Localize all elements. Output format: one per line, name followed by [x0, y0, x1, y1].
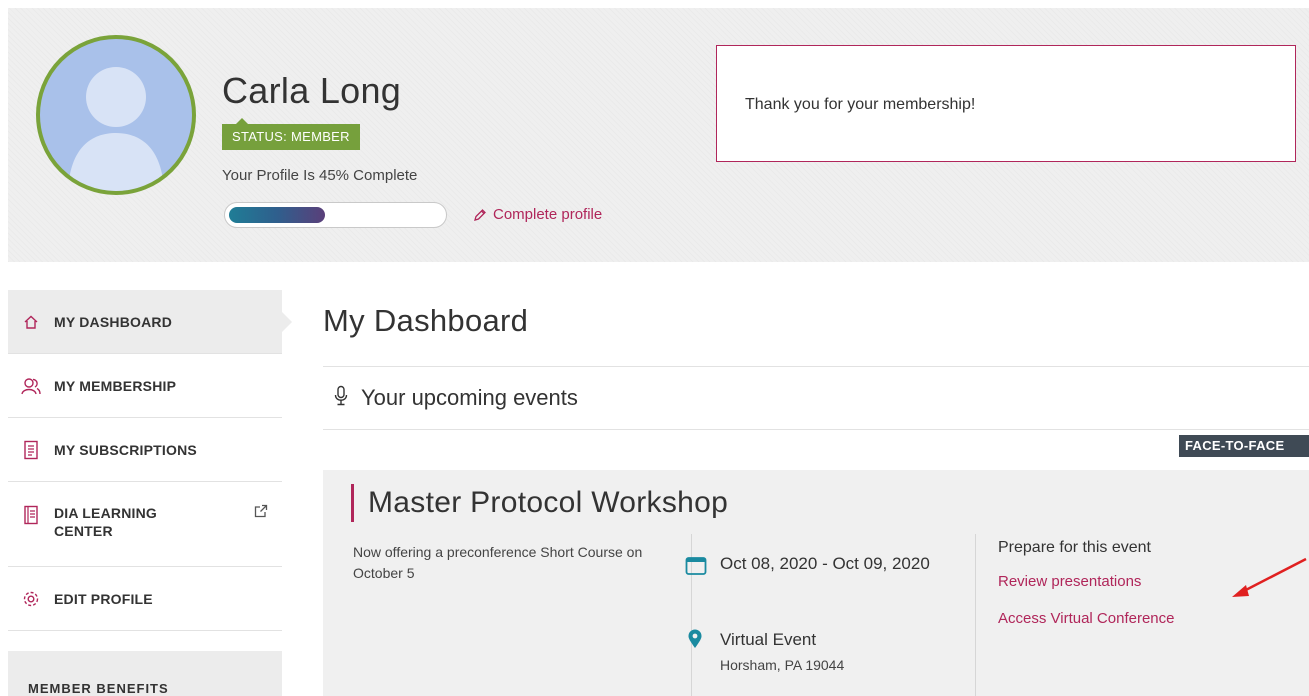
calendar-icon — [685, 556, 707, 581]
membership-notice: Thank you for your membership! — [716, 45, 1296, 162]
location-pin-icon — [687, 629, 703, 654]
profile-completion-text: Your Profile Is 45% Complete — [222, 167, 418, 184]
profile-header: Carla Long STATUS: MEMBER Your Profile I… — [8, 8, 1309, 262]
avatar[interactable] — [36, 35, 196, 195]
pencil-icon — [474, 208, 486, 221]
event-location: Virtual Event — [720, 630, 817, 649]
page-title: My Dashboard — [323, 303, 529, 338]
user-name: Carla Long — [222, 70, 402, 111]
external-link-icon — [254, 504, 268, 521]
sidebar-item-edit-profile[interactable]: EDIT PROFILE — [8, 567, 282, 631]
event-description: Now offering a preconference Short Cours… — [353, 544, 643, 581]
upcoming-events-header: Your upcoming events — [323, 366, 1309, 430]
document-icon — [20, 439, 42, 461]
sidebar-nav: MY DASHBOARD MY MEMBERSHIP MY SUBSCRIPTI… — [8, 290, 292, 696]
event-card: Master Protocol Workshop Now offering a … — [323, 470, 1309, 696]
sidebar-item-label: MY SUBSCRIPTIONS — [54, 441, 197, 458]
column-divider — [975, 534, 976, 696]
sidebar-item-learning-center[interactable]: DIA LEARNING CENTER — [8, 482, 282, 567]
sidebar-item-label: MY MEMBERSHIP — [54, 377, 177, 394]
member-benefits-header: MEMBER BENEFITS — [8, 651, 282, 696]
access-virtual-conference-link[interactable]: Access Virtual Conference — [998, 610, 1174, 627]
sidebar-item-dashboard[interactable]: MY DASHBOARD — [8, 290, 292, 354]
profile-progress-bar — [224, 202, 447, 228]
prepare-title: Prepare for this event — [998, 539, 1151, 556]
home-icon — [20, 311, 42, 333]
microphone-icon — [333, 385, 349, 412]
profile-progress-fill — [229, 207, 325, 223]
event-date: Oct 08, 2020 - Oct 09, 2020 — [720, 554, 930, 573]
user-silhouette-icon — [68, 67, 164, 191]
status-badge: STATUS: MEMBER — [222, 118, 360, 150]
complete-profile-link[interactable]: Complete profile — [473, 206, 602, 223]
users-icon — [20, 375, 42, 397]
gear-icon — [20, 588, 42, 610]
sidebar-item-label: DIA LEARNING CENTER — [54, 505, 157, 539]
complete-profile-label: Complete profile — [493, 206, 603, 223]
review-presentations-link[interactable]: Review presentations — [998, 573, 1141, 590]
sidebar-item-label: EDIT PROFILE — [54, 590, 153, 607]
sidebar-item-label: MY DASHBOARD — [54, 313, 173, 330]
event-type-badge: FACE-TO-FACE — [1179, 435, 1309, 457]
event-accent-bar — [351, 484, 354, 522]
upcoming-events-title: Your upcoming events — [361, 385, 578, 410]
event-title[interactable]: Master Protocol Workshop — [368, 486, 728, 520]
event-address: Horsham, PA 19044 — [720, 657, 845, 673]
sidebar-item-membership[interactable]: MY MEMBERSHIP — [8, 354, 282, 418]
book-icon — [20, 504, 42, 526]
notice-message: Thank you for your membership! — [745, 96, 976, 113]
annotation-arrow-icon — [1232, 557, 1307, 597]
sidebar-item-subscriptions[interactable]: MY SUBSCRIPTIONS — [8, 418, 282, 482]
